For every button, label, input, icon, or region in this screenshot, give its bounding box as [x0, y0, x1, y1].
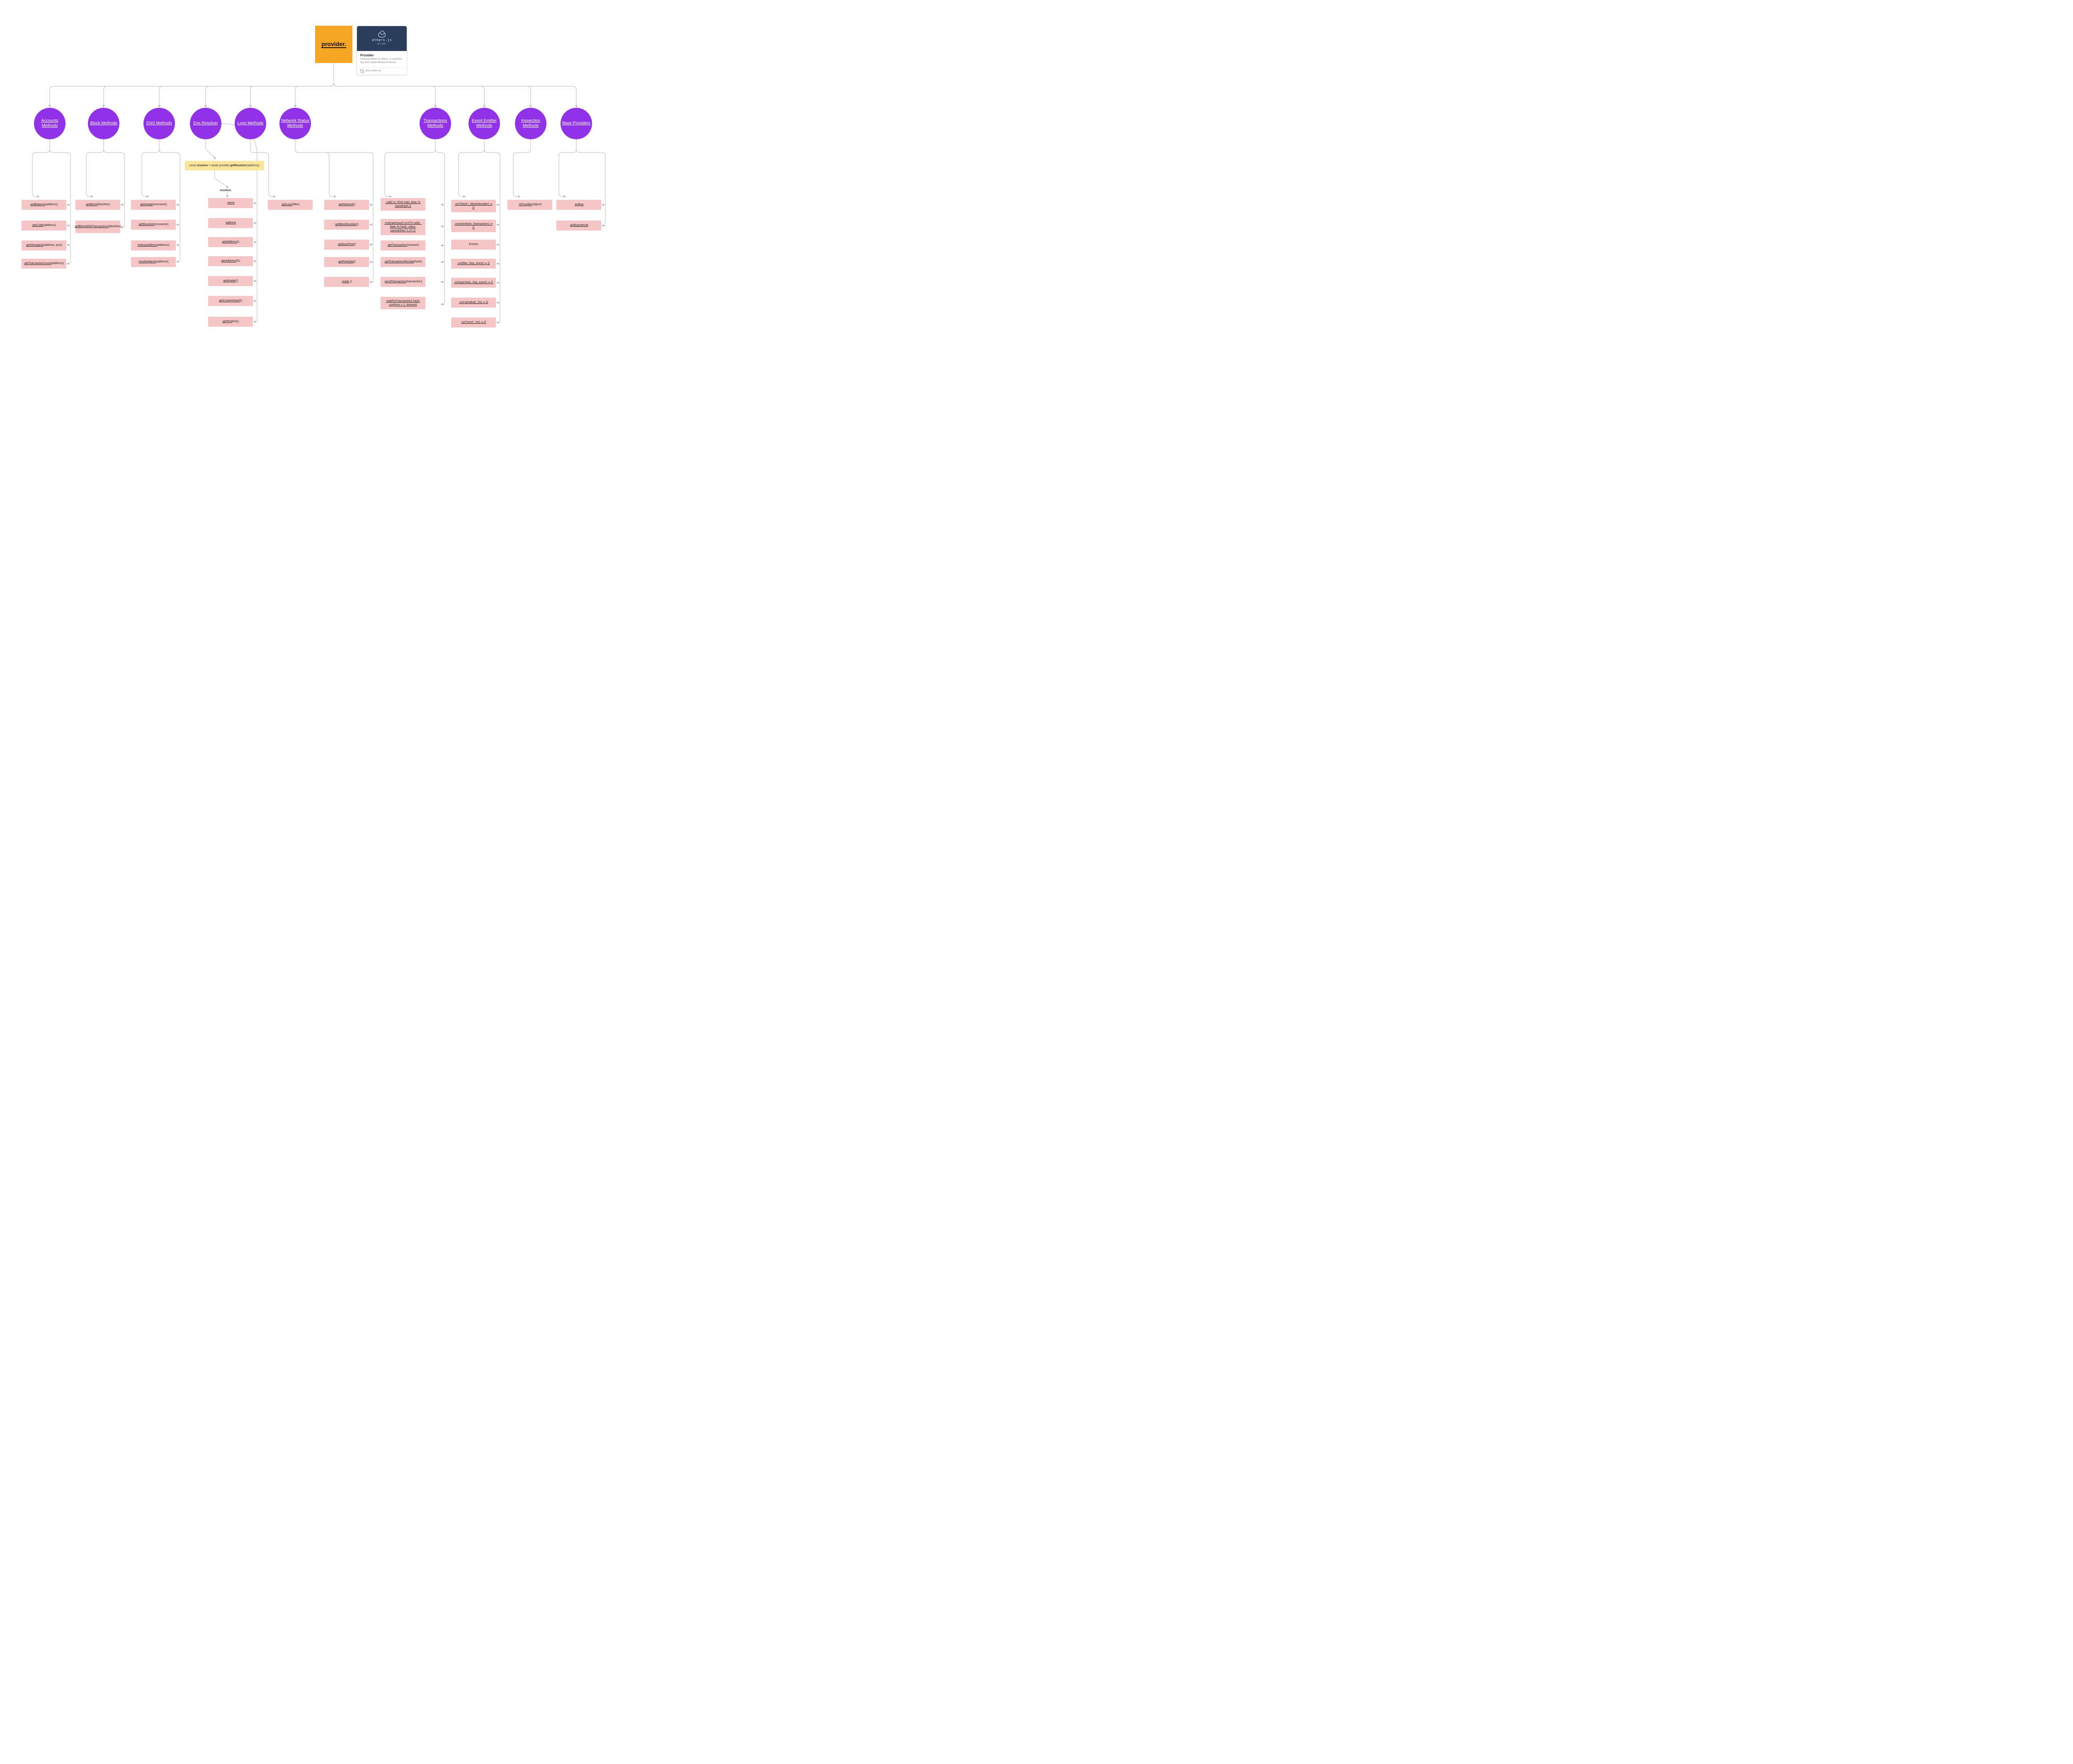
method-network-2[interactable]: .getGasPrice(): [324, 240, 369, 250]
doc-card-title: Provider: [360, 53, 403, 57]
doc-card-desc: Documentation for ethers, a complete, ti…: [360, 58, 403, 65]
doc-card-thumb-sub: @ricmoo: [377, 43, 386, 45]
doc-card-domain[interactable]: docs.ethers.io: [357, 67, 407, 75]
resolver-declaration-note[interactable]: const resolver = await provider.getResol…: [185, 161, 264, 170]
method-txns-4[interactable]: .sendTransaction(transaction): [381, 277, 425, 287]
method-resolver-2[interactable]: .getAddress();: [208, 237, 253, 247]
category-base[interactable]: Base Providers: [561, 108, 592, 139]
method-txns-0[interactable]: .call({ to: ENS Add, data: fn namehash }…: [381, 198, 425, 211]
method-accounts-0[interactable]: .getBalance(address);: [22, 200, 66, 210]
method-events-5[interactable]: .on("pending", (tx) ⇒ {}: [451, 298, 496, 308]
method-network-4[interactable]: .ready (): [324, 277, 369, 287]
method-events-2[interactable]: Events: [451, 240, 496, 250]
method-resolver-6[interactable]: .getText(key);: [208, 317, 253, 327]
method-events-0[interactable]: .on("block", (blockNumber) ⇒ {}: [451, 200, 496, 212]
method-inspect-0[interactable]: .isProvider(object): [507, 200, 552, 210]
method-txns-1[interactable]: .estimateGas({ to:ETH addr , data: fn ha…: [381, 219, 425, 235]
method-txns-2[interactable]: .getTransaction(txnhash): [381, 240, 425, 250]
category-inspect[interactable]: Inspection Methods: [515, 108, 546, 139]
method-resolver-4[interactable]: .getAvatar();: [208, 276, 253, 286]
root-provider-node[interactable]: provider.: [315, 26, 352, 63]
method-events-3[interactable]: .on(filter, (log, event) ⇒ {}: [451, 259, 496, 269]
method-base-0[interactable]: .polling: [556, 200, 601, 210]
method-resolver-0[interactable]: .name: [208, 198, 253, 208]
method-txns-5[interactable]: .waitForTransaction( hash, confirms = 1,…: [381, 297, 425, 309]
method-ens-2[interactable]: .lookupAddress(address);: [131, 240, 176, 250]
method-ens-1[interactable]: .getResolver(ensname);: [131, 220, 176, 230]
method-accounts-3[interactable]: .getTransactionCount(address);: [22, 259, 66, 269]
doc-card-thumb-title: ethers.js: [372, 38, 392, 42]
method-accounts-1[interactable]: .getCode(address);: [22, 221, 66, 231]
method-logs-0[interactable]: .getLogs(filter): [268, 200, 313, 210]
method-base-1[interactable]: .pollingInterval: [556, 221, 601, 231]
category-block[interactable]: Block Methods: [88, 108, 119, 139]
category-accounts[interactable]: Accounts Methods: [34, 108, 66, 139]
doc-card-thumbnail: ethers.js @ricmoo: [357, 26, 407, 51]
method-resolver-1[interactable]: .address: [208, 218, 253, 228]
method-events-1[interactable]: .once(txHash, (transaction) ⇒ {}: [451, 220, 496, 232]
method-ens-0[interactable]: .getAvatar(ensname);: [131, 200, 176, 210]
root-title: provider.: [321, 41, 346, 48]
diagram-canvas: provider. ethers.js @ricmoo Provider Doc…: [0, 0, 627, 338]
method-events-4[interactable]: .on(topicSets, (log, event) ⇒ {}: [451, 278, 496, 288]
method-accounts-2[interactable]: .getStorageAt(address, pos);: [22, 240, 66, 250]
method-resolver-5[interactable]: .getContentHash();: [208, 296, 253, 306]
category-resolver[interactable]: Ens Resolver: [190, 108, 221, 139]
method-block-1[interactable]: .getBlockWithTransactions(blockNo);: [75, 221, 120, 233]
method-block-0[interactable]: .getBlock(blockNo);: [75, 200, 120, 210]
category-network[interactable]: Network Status Methods: [279, 108, 311, 139]
method-txns-3[interactable]: .getTransactionReceipt(hash): [381, 257, 425, 267]
cloud-icon: [378, 32, 386, 37]
method-network-0[interactable]: .getNetwork(): [324, 200, 369, 210]
method-resolver-3[interactable]: .getAddress(0);: [208, 256, 253, 266]
method-network-1[interactable]: .getBlockNumber(): [324, 220, 369, 230]
category-logs[interactable]: Logs Methods: [235, 108, 266, 139]
method-ens-3[interactable]: .resolveName(address);: [131, 257, 176, 267]
method-events-6[interactable]: .on("error", (tx) ⇒ {}: [451, 318, 496, 328]
category-txns[interactable]: Transactions Methods: [420, 108, 451, 139]
category-ens[interactable]: ENS Methods: [143, 108, 175, 139]
category-events[interactable]: Event Emitter Methods: [468, 108, 500, 139]
connectors: [0, 0, 627, 338]
resolver-prefix-label: resolver.: [220, 189, 232, 192]
provider-doc-card[interactable]: ethers.js @ricmoo Provider Documentation…: [357, 26, 407, 75]
method-network-3[interactable]: .getFeeData(): [324, 257, 369, 267]
